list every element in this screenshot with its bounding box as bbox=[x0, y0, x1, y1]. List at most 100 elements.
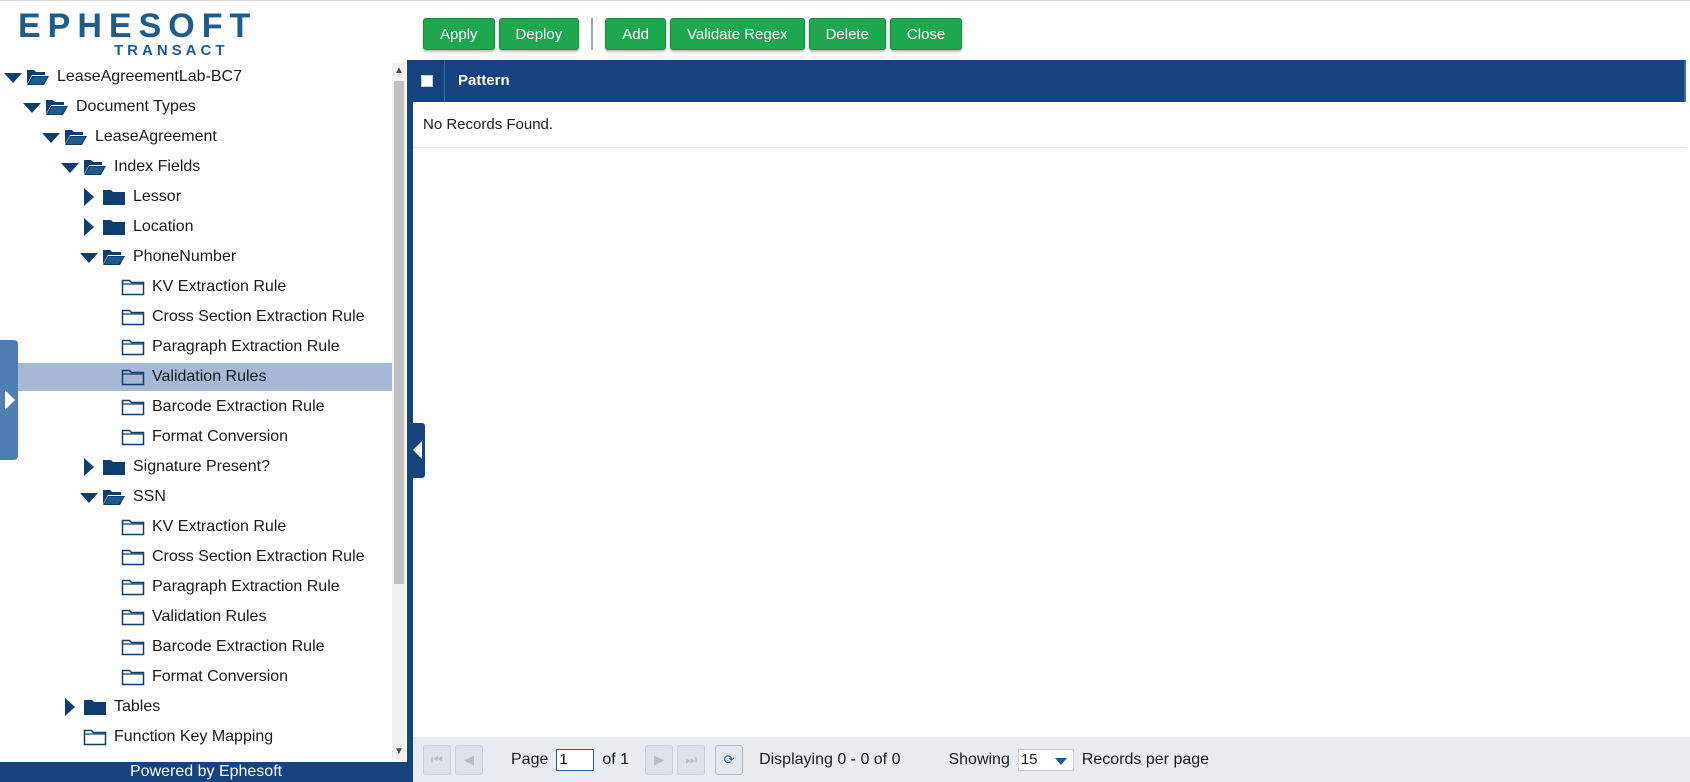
tree-item[interactable]: Index Fields bbox=[0, 153, 392, 181]
expanded-arrow-icon[interactable] bbox=[42, 133, 60, 143]
tree-item-label: Tables bbox=[114, 698, 161, 715]
expanded-arrow-icon[interactable] bbox=[4, 73, 22, 83]
page-count-label: of 1 bbox=[602, 750, 630, 768]
expand-arrow-icon bbox=[5, 390, 15, 410]
tree-item-label: Barcode Extraction Rule bbox=[152, 638, 325, 655]
deploy-button[interactable]: Deploy bbox=[498, 18, 580, 50]
expand-left-panel-tab[interactable] bbox=[0, 340, 18, 460]
tree-item[interactable]: SSN bbox=[0, 483, 392, 511]
validate-regex-button[interactable]: Validate Regex bbox=[669, 18, 805, 50]
folder-outline-icon bbox=[121, 337, 145, 357]
pattern-column-header[interactable]: Pattern bbox=[458, 60, 510, 102]
tree-item[interactable]: Paragraph Extraction Rule bbox=[0, 333, 392, 361]
page-label: Page bbox=[511, 750, 549, 768]
tree-item[interactable]: Lessor bbox=[0, 183, 392, 211]
tree-item-label: Index Fields bbox=[114, 158, 201, 175]
tree-item[interactable]: Signature Present? bbox=[0, 453, 392, 481]
tree-item-label: Signature Present? bbox=[133, 458, 270, 475]
tree-item-label: LeaseAgreement bbox=[95, 128, 217, 145]
next-page-icon[interactable]: ▶ bbox=[645, 744, 674, 775]
tree-item[interactable]: Location bbox=[0, 213, 392, 241]
prev-page-icon[interactable]: ◀ bbox=[455, 744, 483, 775]
folder-open-icon bbox=[45, 97, 69, 117]
pager: ⏮ ◀ Page of 1 ▶ ⏭ ⟳ Displaying 0 - 0 of … bbox=[413, 737, 1690, 782]
first-page-icon[interactable]: ⏮ bbox=[423, 744, 451, 775]
collapsed-arrow-icon[interactable] bbox=[65, 698, 75, 716]
no-records-message: No Records Found. bbox=[413, 102, 1686, 148]
tree-item-label: Cross Section Extraction Rule bbox=[152, 548, 365, 565]
folder-filled-icon bbox=[102, 217, 126, 237]
folder-open-icon bbox=[83, 157, 107, 177]
tree-item-label: Format Conversion bbox=[152, 668, 289, 685]
collapsed-arrow-icon[interactable] bbox=[84, 218, 94, 236]
apply-button[interactable]: Apply bbox=[423, 18, 495, 50]
tree-item[interactable]: LeaseAgreementLab-BC7 bbox=[0, 63, 392, 91]
refresh-icon[interactable]: ⟳ bbox=[715, 744, 744, 775]
tree-item[interactable]: LeaseAgreement bbox=[0, 123, 392, 151]
tree-item-label: Validation Rules bbox=[152, 368, 267, 385]
collapsed-arrow-icon[interactable] bbox=[84, 188, 94, 206]
tree-item[interactable]: KV Extraction Rule bbox=[0, 513, 392, 541]
expanded-arrow-icon[interactable] bbox=[80, 493, 98, 503]
tree-item[interactable]: Barcode Extraction Rule bbox=[0, 633, 392, 661]
powered-by-footer: Powered by Ephesoft bbox=[0, 762, 413, 782]
tree-item[interactable]: Function Key Mapping bbox=[0, 723, 392, 751]
tree-item[interactable]: Format Conversion bbox=[0, 663, 392, 691]
folder-filled-icon bbox=[102, 187, 126, 207]
folder-filled-icon bbox=[83, 697, 107, 717]
tree-item[interactable]: Tables bbox=[0, 693, 392, 721]
ephesoft-logo: EPHESOFT TRANSACT bbox=[18, 6, 250, 59]
folder-outline-icon bbox=[121, 277, 145, 297]
column-separator bbox=[444, 60, 445, 102]
expanded-arrow-icon[interactable] bbox=[23, 103, 41, 113]
folder-outline-icon bbox=[121, 667, 145, 687]
showing-label: Showing bbox=[948, 750, 1010, 768]
tree-item-label: SSN bbox=[133, 488, 166, 505]
folder-filled-icon bbox=[102, 457, 126, 477]
tree-item-label: Format Conversion bbox=[152, 428, 289, 445]
tree-item[interactable]: Validation Rules bbox=[0, 603, 392, 631]
tree-item[interactable]: Document Types bbox=[0, 93, 392, 121]
tree-item-label: Validation Rules bbox=[152, 608, 267, 625]
tree-item[interactable]: KV Extraction Rule bbox=[0, 273, 392, 301]
folder-outline-icon bbox=[121, 307, 145, 327]
tree-item[interactable]: Cross Section Extraction Rule bbox=[0, 543, 392, 571]
grid-header: Pattern bbox=[413, 60, 1686, 102]
scroll-down-icon[interactable]: ▼ bbox=[394, 746, 404, 758]
tree-scrollbar[interactable]: ▲ ▼ bbox=[392, 63, 406, 760]
tree-item-label: Document Types bbox=[76, 98, 196, 115]
tree-item-label: Function Key Mapping bbox=[114, 728, 274, 745]
tree-item-label: LeaseAgreementLab-BC7 bbox=[57, 68, 243, 85]
records-per-page-select[interactable]: 15 bbox=[1017, 748, 1074, 771]
tree-item[interactable]: Validation Rules bbox=[0, 363, 392, 391]
tree-panel: LeaseAgreementLab-BC7 Document Types Lease… bbox=[0, 63, 395, 760]
tree-item[interactable]: Paragraph Extraction Rule bbox=[0, 573, 392, 601]
folder-open-icon bbox=[102, 487, 126, 507]
folder-outline-icon bbox=[83, 727, 107, 747]
displaying-label: Displaying 0 - 0 of 0 bbox=[759, 750, 901, 768]
last-page-icon[interactable]: ⏭ bbox=[677, 744, 706, 775]
scrollbar-thumb[interactable] bbox=[394, 81, 404, 584]
folder-open-icon bbox=[102, 247, 126, 267]
tree-item-label: Barcode Extraction Rule bbox=[152, 398, 325, 415]
folder-outline-icon bbox=[121, 397, 145, 417]
folder-outline-icon bbox=[121, 577, 145, 597]
folder-open-icon bbox=[64, 127, 88, 147]
expanded-arrow-icon[interactable] bbox=[80, 253, 98, 263]
tree-item[interactable]: Format Conversion bbox=[0, 423, 392, 451]
scroll-up-icon[interactable]: ▲ bbox=[394, 65, 404, 77]
tree-item-label: Lessor bbox=[133, 188, 182, 205]
add-button[interactable]: Add bbox=[605, 18, 666, 50]
tree-item[interactable]: Cross Section Extraction Rule bbox=[0, 303, 392, 331]
folder-outline-icon bbox=[121, 367, 145, 387]
collapsed-arrow-icon[interactable] bbox=[84, 458, 94, 476]
select-all-checkbox[interactable] bbox=[421, 75, 433, 87]
tree-item[interactable]: PhoneNumber bbox=[0, 243, 392, 271]
delete-button[interactable]: Delete bbox=[808, 18, 886, 50]
tree-item[interactable]: Barcode Extraction Rule bbox=[0, 393, 392, 421]
page-number-input[interactable] bbox=[556, 748, 595, 771]
expanded-arrow-icon[interactable] bbox=[61, 163, 79, 173]
pattern-grid: Pattern No Records Found. bbox=[413, 60, 1690, 736]
records-per-page-label: Records per page bbox=[1081, 750, 1210, 768]
close-button[interactable]: Close bbox=[889, 18, 963, 50]
